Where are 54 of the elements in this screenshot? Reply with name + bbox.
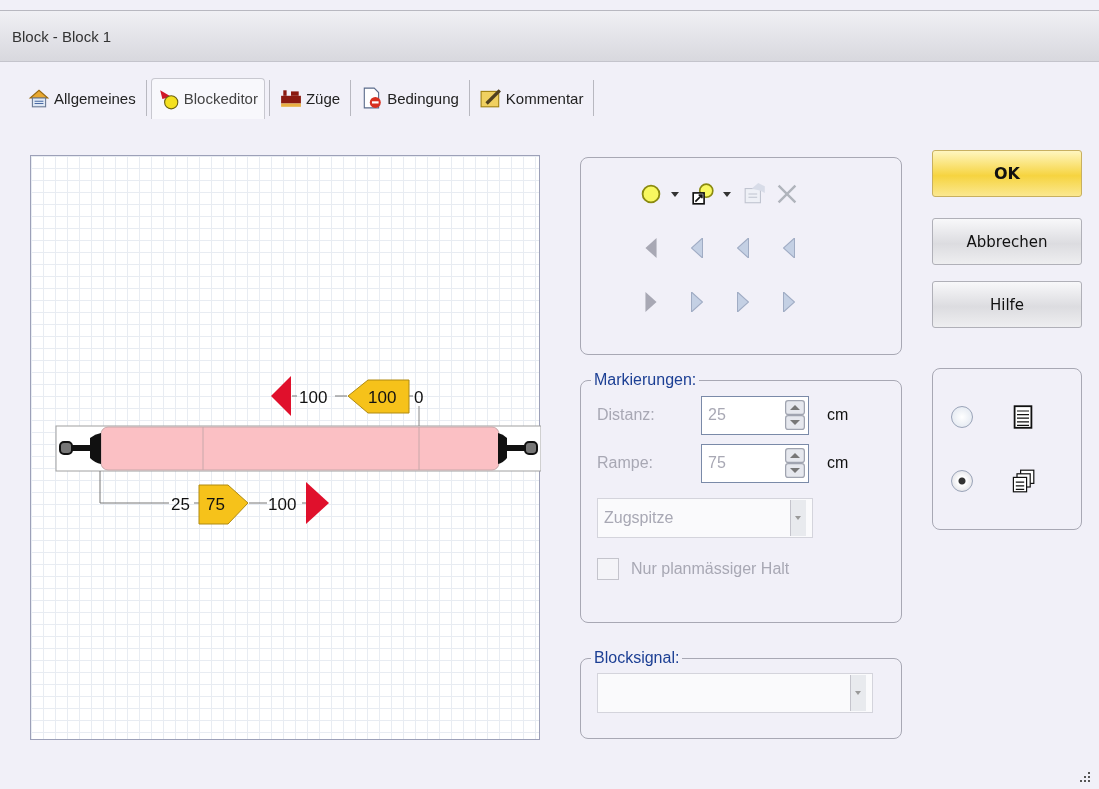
block-canvas[interactable]: 100 100 0 25 75 100: [30, 155, 540, 740]
checkbox-label: Nur planmässiger Halt: [631, 560, 790, 578]
unit-label: cm: [827, 454, 849, 472]
tab[interactable]: Züge: [273, 78, 347, 118]
right-triangle-icon[interactable]: [691, 292, 703, 312]
tab[interactable]: Allgemeines: [22, 78, 142, 118]
stacked-pages-icon: [1011, 469, 1035, 493]
right-arrow-marker[interactable]: [306, 482, 329, 524]
distance-label: 100: [299, 388, 328, 407]
left-triangle-icon[interactable]: [783, 238, 795, 258]
ramp-marker[interactable]: [198, 484, 249, 525]
tab[interactable]: Blockeditor: [150, 77, 265, 119]
dialog-button[interactable]: Abbrechen: [932, 218, 1082, 265]
right-triangle-icon[interactable]: [737, 292, 749, 312]
start-label: 0: [414, 388, 424, 407]
left-triangle-icon[interactable]: [645, 238, 657, 258]
list-icon: [1011, 405, 1035, 429]
radio-button[interactable]: [951, 406, 973, 428]
right-triangle-icon[interactable]: [645, 292, 657, 312]
ramp-label: 75: [206, 495, 225, 514]
left-arrow-marker[interactable]: [271, 376, 291, 416]
shape-link-icon[interactable]: [691, 182, 715, 206]
ramp-marker[interactable]: [347, 379, 410, 414]
dialog-button[interactable]: OK: [932, 150, 1082, 197]
note-pencil-icon: [479, 87, 502, 109]
start-label: 25: [171, 495, 190, 514]
right-triangle-icon[interactable]: [783, 292, 795, 312]
group-title: Markierungen:: [593, 371, 698, 389]
radio-button[interactable]: [951, 470, 973, 492]
flag-signal-icon: [157, 87, 180, 110]
window-title: Block - Block 1: [12, 27, 112, 45]
ramp-label: 100: [368, 388, 397, 407]
leader-line: [99, 470, 170, 504]
caret-icon[interactable]: [671, 191, 679, 197]
leader-line: [418, 405, 420, 427]
field-label: Rampe:: [597, 454, 655, 472]
left-triangle-icon[interactable]: [691, 238, 703, 258]
document-icon: [361, 87, 384, 109]
tab[interactable]: Bedingung: [355, 78, 465, 118]
circle-icon[interactable]: [639, 182, 663, 206]
left-triangle-icon[interactable]: [737, 238, 749, 258]
tab[interactable]: Kommentar: [473, 78, 590, 118]
dropdown[interactable]: [597, 673, 873, 713]
distance-label: 100: [268, 495, 297, 514]
train-icon: [279, 87, 302, 109]
field-label: Distanz:: [597, 406, 656, 424]
unit-label: cm: [827, 406, 849, 424]
properties-icon[interactable]: [743, 182, 767, 206]
caret-icon[interactable]: [723, 191, 731, 197]
resize-grip-icon[interactable]: [1079, 771, 1091, 783]
dialog-button[interactable]: Hilfe: [932, 281, 1082, 328]
house-icon: [28, 87, 50, 109]
close-icon[interactable]: [775, 182, 799, 206]
group-title: Blocksignal:: [593, 649, 681, 667]
